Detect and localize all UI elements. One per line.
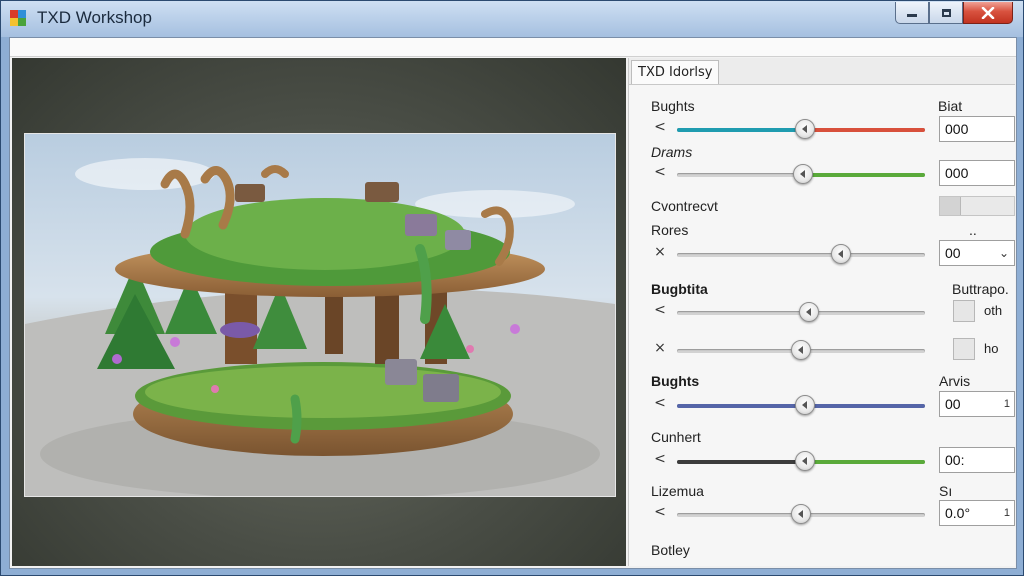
slider-track[interactable] — [677, 504, 925, 524]
close-x-icon[interactable]: × — [653, 244, 667, 260]
maximize-icon — [941, 8, 951, 17]
model-preview[interactable] — [24, 133, 616, 497]
slider-thumb[interactable] — [791, 340, 811, 360]
dropdown-value: 00 — [945, 245, 961, 261]
chevron-down-icon: ⌄ — [998, 246, 1009, 260]
close-icon — [981, 6, 995, 19]
slider-track[interactable] — [677, 119, 925, 139]
tab-txd[interactable]: TXD Idorlsy — [631, 60, 719, 84]
slider-track[interactable] — [677, 244, 925, 264]
slider-thumb[interactable] — [799, 302, 819, 322]
arrow-left-icon[interactable]: < — [653, 302, 667, 318]
app-window: TXD Workshop TXD Idorlsy Bughts Biat < 0… — [0, 0, 1024, 576]
arrow-left-icon[interactable]: < — [653, 395, 667, 411]
minimize-button[interactable] — [895, 2, 929, 24]
arrow-left-icon[interactable]: < — [653, 451, 667, 467]
row-right-label: Arvis — [939, 373, 971, 389]
value-field[interactable]: 000 — [939, 160, 1015, 186]
row-label: Drams — [651, 144, 693, 160]
row-label: Bughts — [651, 98, 695, 114]
slider-fill-left — [677, 128, 805, 132]
slider-track[interactable] — [677, 451, 925, 471]
value-field[interactable]: 00: — [939, 447, 1015, 473]
row-label: Cunhert — [651, 429, 701, 445]
close-button[interactable] — [963, 2, 1013, 24]
client-area: TXD Idorlsy Bughts Biat < 000 Drams < 00… — [9, 37, 1017, 569]
row-label: Cvontrecvt — [651, 198, 718, 214]
row-right-label: Buttrapo. — [952, 281, 1009, 297]
row-label: Bugbtita — [651, 281, 708, 297]
app-icon — [10, 10, 26, 26]
checkbox-label: oth — [984, 303, 1003, 318]
row-label: Botley — [651, 542, 690, 558]
slider-thumb[interactable] — [795, 395, 815, 415]
title-bar[interactable]: TXD Workshop — [1, 1, 1023, 35]
slider-thumb[interactable] — [795, 451, 815, 471]
arrow-left-icon[interactable]: < — [653, 504, 667, 520]
slider-thumb[interactable] — [795, 119, 815, 139]
checkbox[interactable] — [953, 338, 975, 360]
number-field[interactable]: 0.0° 1 — [939, 500, 1015, 526]
mini-slider[interactable] — [939, 196, 1015, 216]
row-right-label: Biat — [938, 98, 963, 114]
window-title: TXD Workshop — [37, 8, 152, 27]
slider-track[interactable] — [677, 302, 925, 322]
slider-track[interactable] — [677, 164, 925, 184]
slider-fill-right — [803, 173, 925, 177]
row-right-label: Sı — [939, 483, 953, 499]
row-right-label: .. — [969, 222, 977, 238]
spinner-icon[interactable]: 1 — [1004, 501, 1010, 525]
row-label: Rores — [651, 222, 689, 238]
3d-viewport[interactable] — [12, 58, 626, 566]
slider-fill-right — [805, 460, 925, 464]
dropdown-field[interactable]: 00 ⌄ — [939, 240, 1015, 266]
spinner-icon[interactable]: 1 — [1004, 392, 1010, 416]
value-field[interactable]: 000 — [939, 116, 1015, 142]
checkbox[interactable] — [953, 300, 975, 322]
row-label: Bughts — [651, 373, 700, 389]
arrow-left-icon[interactable]: < — [653, 164, 667, 180]
panel-tab-bar: TXD Idorlsy — [629, 58, 1015, 85]
slider-thumb[interactable] — [831, 244, 851, 264]
slider-thumb[interactable] — [793, 164, 813, 184]
slider-thumb[interactable] — [791, 504, 811, 524]
model-render-image — [25, 158, 615, 496]
slider-track[interactable] — [677, 395, 925, 415]
number-field[interactable]: 00 1 — [939, 391, 1015, 417]
slider-fill-left — [677, 460, 805, 464]
properties-panel: TXD Idorlsy Bughts Biat < 000 Drams < 00… — [628, 58, 1015, 566]
row-label: Lizemua — [651, 483, 704, 499]
arrow-left-icon[interactable]: < — [653, 119, 667, 135]
maximize-button[interactable] — [929, 2, 963, 24]
minimize-icon — [907, 14, 917, 17]
slider-track[interactable] — [677, 340, 925, 360]
menu-strip — [10, 38, 1016, 57]
checkbox-label: ho — [984, 341, 999, 356]
close-x-icon[interactable]: × — [653, 340, 667, 356]
number-value: 0.0° — [945, 505, 971, 521]
slider-fill-right — [805, 128, 925, 132]
number-value: 00 — [945, 396, 961, 412]
